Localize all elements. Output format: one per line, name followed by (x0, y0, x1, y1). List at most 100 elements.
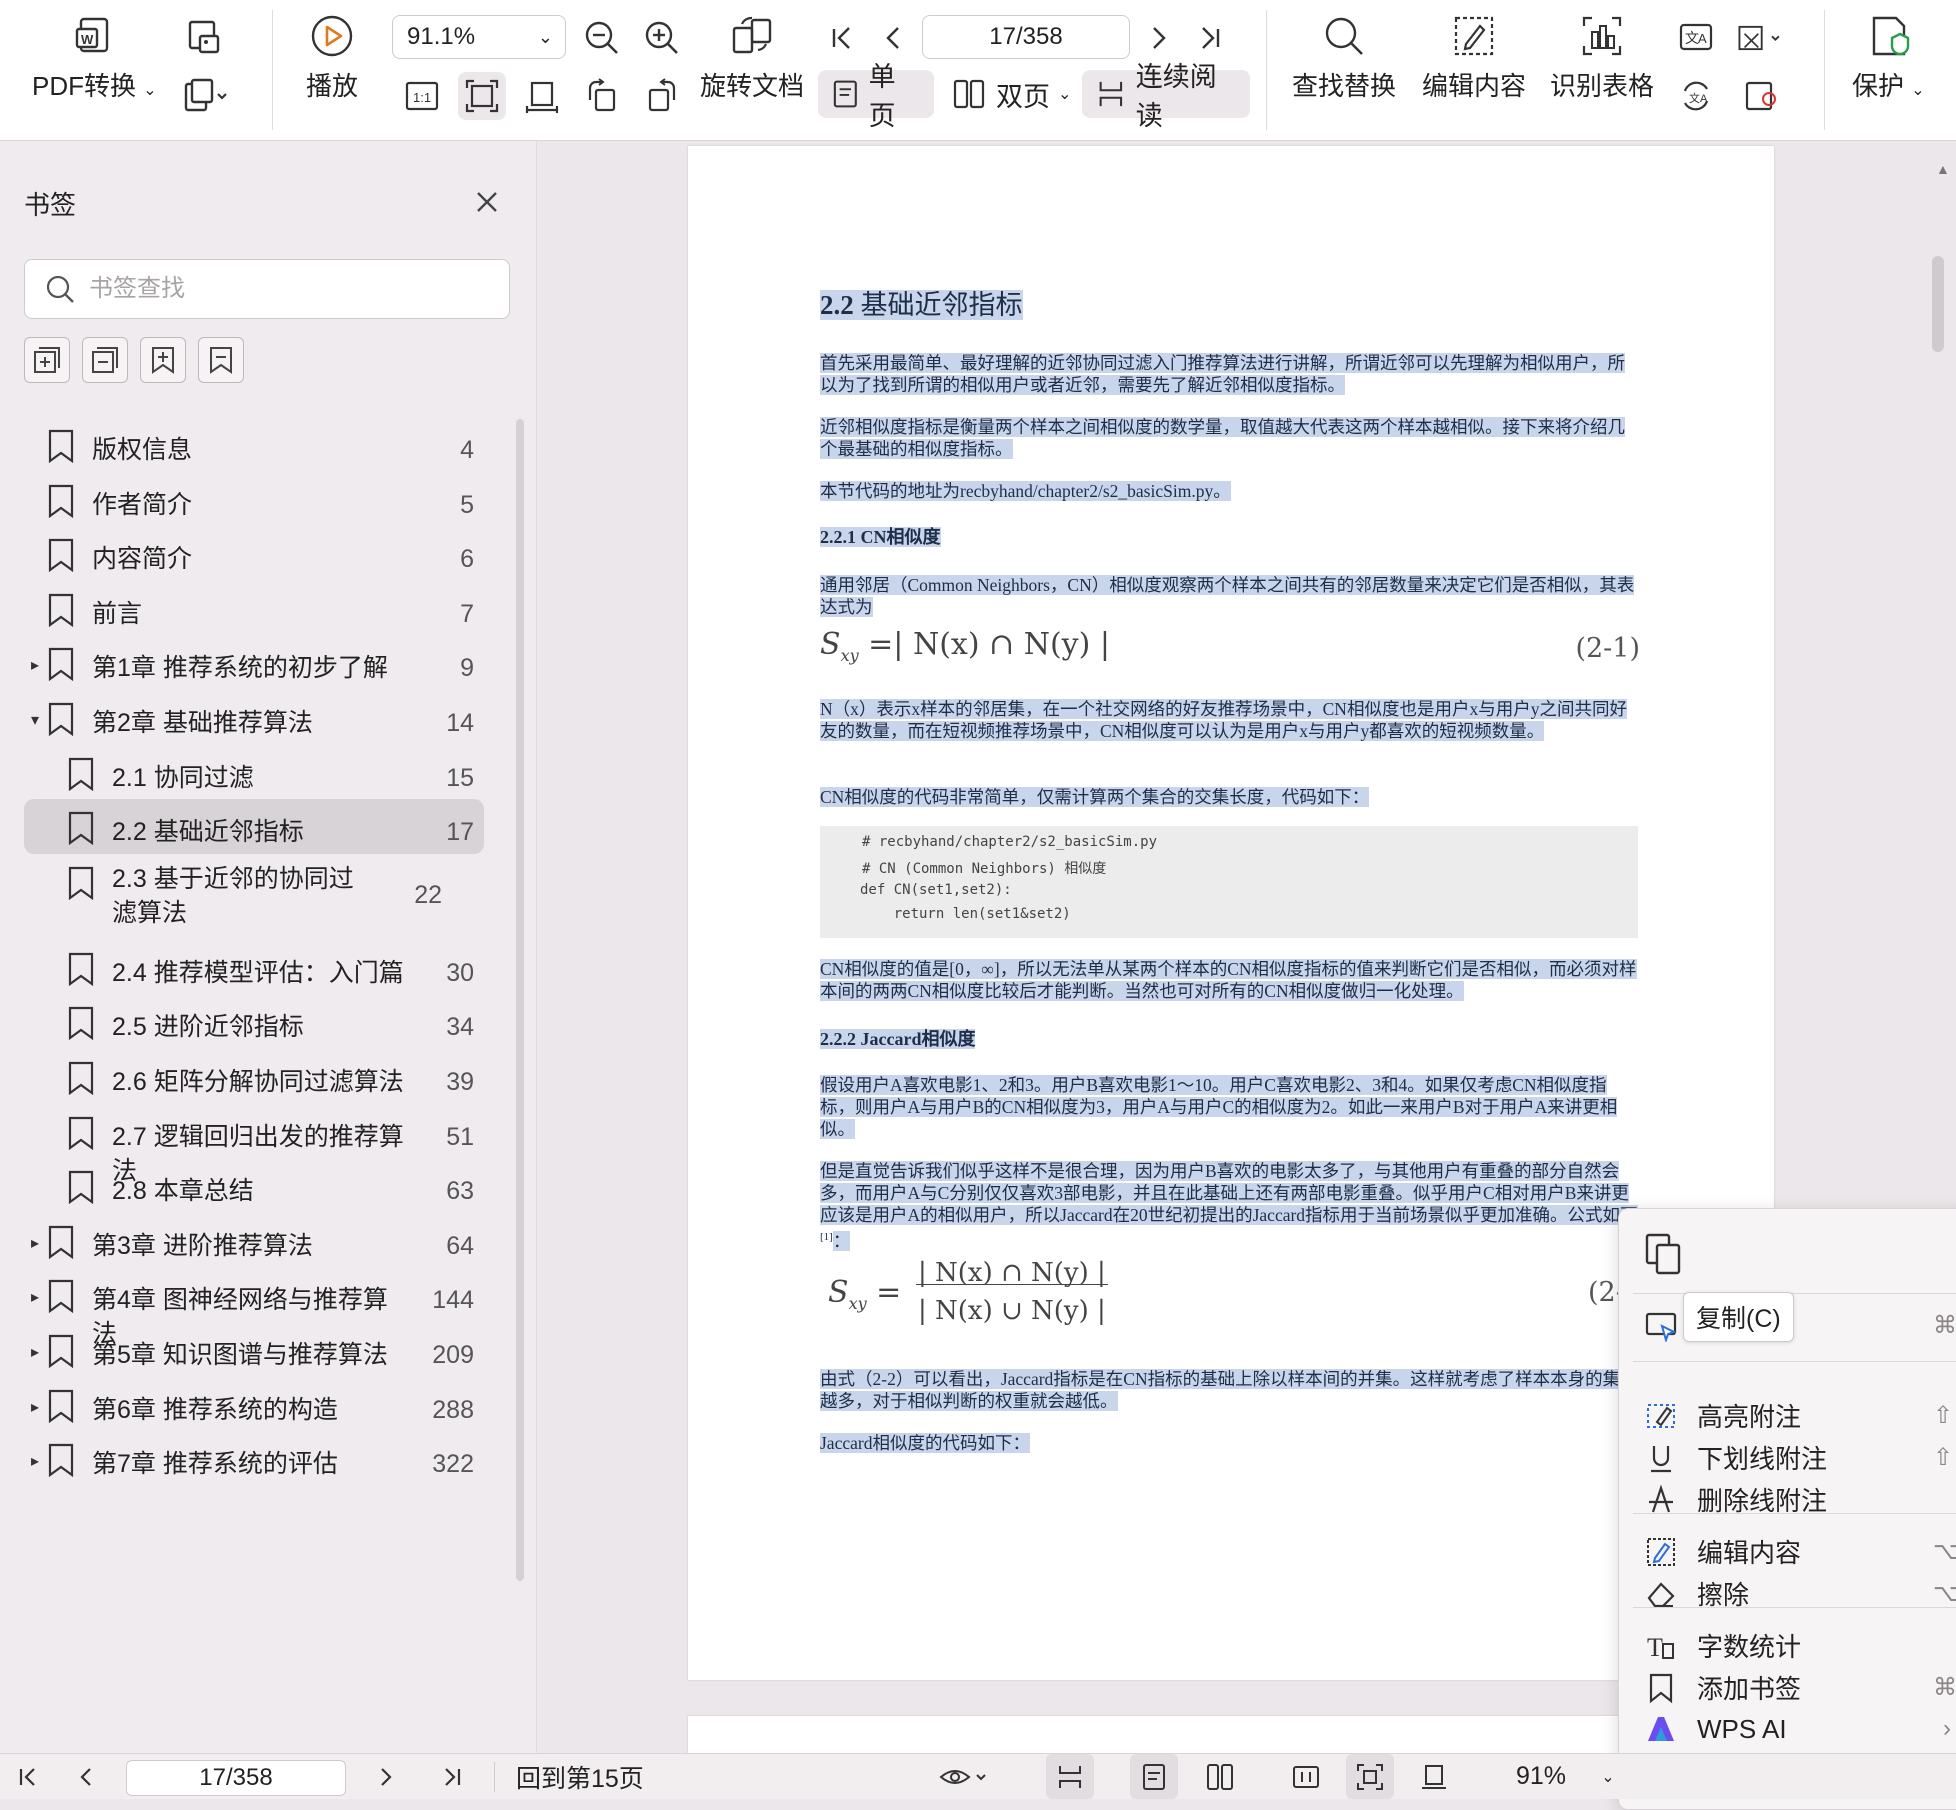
close-icon[interactable] (470, 185, 504, 219)
double-page-mode-icon[interactable] (1196, 1754, 1244, 1799)
fit-width-icon[interactable] (1410, 1754, 1458, 1799)
bookmark-label: 2.8 本章总结 (112, 1177, 254, 1206)
bookmark-search-input[interactable] (87, 274, 491, 304)
add-bookmark-icon[interactable] (140, 337, 186, 383)
page-copy-dropdown-icon[interactable] (180, 72, 228, 120)
eye-icon[interactable] (932, 1754, 996, 1799)
status-page-input[interactable]: 17/358 (126, 1760, 346, 1796)
bookmark-item[interactable]: 2.5 进阶近邻指标 34 (24, 994, 484, 1049)
first-page-icon[interactable] (818, 14, 866, 62)
paragraph[interactable]: Jaccard相似度的代码如下： (820, 1432, 1640, 1454)
collapsed-arrow-icon[interactable]: ▸ (24, 1213, 46, 1253)
last-page-icon[interactable] (432, 1754, 472, 1799)
scroll-thumb[interactable] (1932, 256, 1944, 352)
fit-page-icon[interactable] (1346, 1754, 1394, 1799)
paragraph[interactable]: N（x）表示x样本的邻居集，在一个社交网络的好友推荐场景中，CN相似度也是用户x… (820, 698, 1640, 742)
find-replace-button[interactable]: 查找替换 (1292, 12, 1396, 103)
arrow-spacer (24, 417, 46, 437)
bookmark-item[interactable]: 2.3 基于近邻的协同过滤算法 22 (24, 854, 484, 940)
collapsed-arrow-icon[interactable]: ▸ (24, 1431, 46, 1471)
collapsed-arrow-icon[interactable]: ▸ (24, 635, 46, 675)
collapsed-arrow-icon[interactable]: ▸ (24, 1322, 46, 1362)
bookmark-item[interactable]: ▸ 第1章 推荐系统的初步了解 9 (24, 635, 484, 690)
crop-dropdown-icon[interactable] (1736, 14, 1784, 62)
single-page-mode-icon[interactable] (1130, 1754, 1178, 1799)
rotate-left-icon[interactable] (578, 72, 626, 120)
collapsed-arrow-icon[interactable]: ▸ (24, 1267, 46, 1307)
wps-ai-menu-item[interactable]: WPS AI › (1643, 1711, 1956, 1747)
translate-icon[interactable]: 文A (1672, 14, 1720, 62)
bookmark-item[interactable]: 2.1 协同过滤 15 (24, 745, 484, 800)
recognize-table-button[interactable]: 识别表格 (1550, 12, 1654, 103)
bookmark-item[interactable]: ▸ 第5章 知识图谱与推荐算法 209 (24, 1322, 484, 1377)
paragraph[interactable]: CN相似度的代码非常简单，仅需计算两个集合的交集长度，代码如下： (820, 786, 1640, 808)
chevron-down-icon[interactable]: ⌄ (1596, 1754, 1620, 1799)
play-button[interactable]: 播放 (306, 12, 358, 103)
paragraph[interactable]: 但是直觉告诉我们似乎这样不是很合理，因为用户B喜欢的电影太多了，与其他用户有重叠… (820, 1160, 1640, 1252)
highlight-note-menu-item[interactable]: 高亮附注 ⇧⌘H (1643, 1397, 1956, 1434)
convert-image-icon[interactable] (180, 14, 228, 62)
paragraph[interactable]: 本节代码的地址为recbyhand/chapter2/s2_basicSim.p… (820, 480, 1640, 502)
collapsed-arrow-icon[interactable]: ▸ (24, 1377, 46, 1417)
fit-width-icon[interactable] (518, 72, 566, 120)
back-to-page-link[interactable]: 回到第15页 (516, 1754, 644, 1799)
first-page-icon[interactable] (8, 1754, 48, 1799)
bookmark-item[interactable]: ▸ 第3章 进阶推荐算法 64 (24, 1213, 484, 1268)
paragraph[interactable]: 假设用户A喜欢电影1、2和3。用户B喜欢电影1～10。用户C喜欢电影2、3和4。… (820, 1074, 1640, 1140)
bookmark-item[interactable]: 2.7 逻辑回归出发的推荐算法 51 (24, 1104, 484, 1185)
collapse-all-icon[interactable] (82, 337, 128, 383)
bookmark-item[interactable]: ▸ 第6章 推荐系统的构造 288 (24, 1377, 484, 1432)
sidebar-scrollbar[interactable] (516, 419, 524, 1581)
bookmark-item[interactable]: 内容简介 6 (24, 526, 484, 581)
single-page-button[interactable]: 单页 (818, 62, 934, 131)
paragraph[interactable]: 通用邻居（Common Neighbors，CN）相似度观察两个样本之间共有的邻… (820, 574, 1640, 618)
word-count-menu-item[interactable]: T 字数统计 (1643, 1627, 1956, 1664)
bookmark-item[interactable]: ▾ 第2章 基础推荐算法 14 (24, 690, 484, 745)
expanded-arrow-icon[interactable]: ▾ (24, 690, 46, 730)
rotate-document-button[interactable]: 旋转文档 (700, 12, 804, 103)
status-zoom[interactable]: 91% (1516, 1754, 1566, 1799)
fit-page-icon[interactable] (458, 72, 506, 120)
bookmark-item[interactable]: 2.2 基础近邻指标 17 (24, 799, 484, 854)
page-number-input[interactable]: 17/358 (922, 15, 1130, 59)
add-bookmark-menu-item[interactable]: 添加书签 ⌘B (1643, 1669, 1956, 1706)
compare-icon[interactable] (1736, 72, 1784, 120)
zoom-in-icon[interactable] (638, 14, 686, 62)
edit-content-menu-item[interactable]: 编辑内容 ⌥W (1643, 1533, 1956, 1570)
bookmark-search[interactable] (24, 259, 510, 319)
paragraph[interactable]: CN相似度的值是[0，∞]，所以无法单从某两个样本的CN相似度指标的值来判断它们… (820, 958, 1640, 1002)
bookmark-item[interactable]: 2.8 本章总结 63 (24, 1158, 484, 1213)
bookmark-item[interactable]: ▸ 第7章 推荐系统的评估 322 (24, 1431, 484, 1486)
actual-size-icon[interactable]: 1:1 (398, 72, 446, 120)
remove-bookmark-icon[interactable] (198, 337, 244, 383)
convert-icon[interactable]: 文A (1672, 72, 1720, 120)
zoom-value: 91.1% (407, 23, 476, 50)
bookmark-item[interactable]: 2.4 推荐模型评估：入门篇 30 (24, 940, 484, 995)
continuous-reading-button[interactable]: 连续阅读 (1082, 62, 1250, 131)
bookmark-item[interactable]: 版权信息 4 (24, 417, 484, 472)
code-block[interactable]: # recbyhand/chapter2/s2_basicSim.py # CN… (820, 826, 1638, 938)
double-page-button[interactable]: 双页 ⌄ (942, 70, 1081, 118)
protect-button[interactable]: 保护 ⌄ (1852, 12, 1925, 103)
prev-page-icon[interactable] (66, 1754, 106, 1799)
zoom-out-icon[interactable] (578, 14, 626, 62)
copy-icon[interactable] (1641, 1231, 1687, 1277)
bookmark-item[interactable]: 前言 7 (24, 581, 484, 636)
bookmark-item[interactable]: 作者简介 5 (24, 472, 484, 527)
expand-all-icon[interactable] (24, 337, 70, 383)
bookmark-item[interactable]: 2.6 矩阵分解协同过滤算法 39 (24, 1049, 484, 1104)
paragraph[interactable]: 首先采用最简单、最好理解的近邻协同过滤入门推荐算法进行讲解，所谓近邻可以先理解为… (820, 352, 1640, 396)
next-page-icon[interactable] (366, 1754, 406, 1799)
paragraph[interactable]: 由式（2-2）可以看出，Jaccard指标是在CN指标的基础上除以样本间的并集。… (820, 1368, 1640, 1412)
scroll-up-icon[interactable]: ▲ (1936, 161, 1950, 177)
zoom-select[interactable]: 91.1% ⌄ (392, 15, 566, 59)
paragraph[interactable]: 近邻相似度指标是衡量两个样本之间相似度的数学量，取值越大代表这两个样本越相似。接… (820, 416, 1640, 460)
bookmark-item[interactable]: ▸ 第4章 图神经网络与推荐算法 144 (24, 1267, 484, 1348)
underline-note-menu-item[interactable]: 下划线附注 ⇧⌘5 (1643, 1439, 1956, 1476)
continuous-mode-icon[interactable] (1046, 1754, 1094, 1799)
double-page-icon (953, 79, 985, 109)
rotate-right-icon[interactable] (638, 72, 686, 120)
actual-size-icon[interactable] (1282, 1754, 1330, 1799)
edit-content-button[interactable]: 编辑内容 (1422, 12, 1526, 103)
pdf-convert-button[interactable]: W PDF转换 ⌄ (32, 12, 157, 103)
